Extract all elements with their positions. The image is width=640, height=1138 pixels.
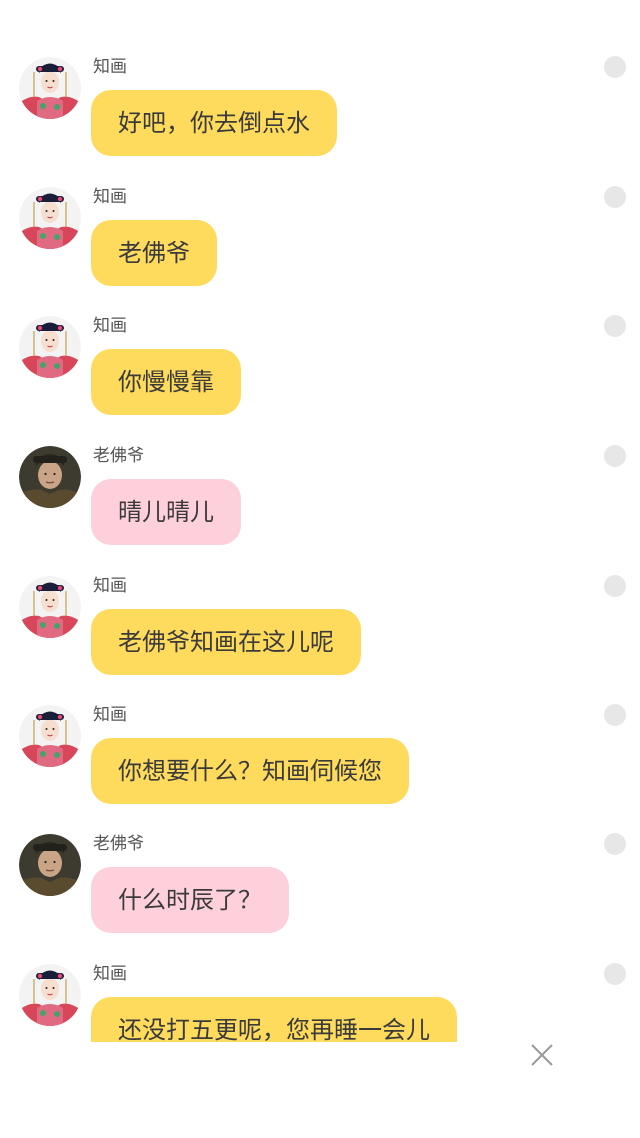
sender-name: 知画 [93,57,127,77]
message-bubble[interactable]: 什么时辰了？ [91,867,289,933]
message-bubble[interactable]: 老佛爷 [91,220,217,286]
chat-message: 知画 好吧，你去倒点水 [0,56,640,177]
message-bubble[interactable]: 好吧，你去倒点水 [91,90,337,156]
avatar-zhihua[interactable] [19,964,81,1026]
message-bubble[interactable]: 你想要什么？知画伺候您 [91,738,409,804]
message-bubble[interactable]: 老佛爷知画在这儿呢 [91,609,361,675]
chat-message: 知画 你慢慢靠 [0,315,640,436]
message-bubble[interactable]: 晴儿晴儿 [91,479,241,545]
chat-message: 老佛爷 什么时辰了？ [0,833,640,954]
sender-name: 知画 [93,187,127,207]
sender-name: 知画 [93,316,127,336]
avatar-zhihua[interactable] [19,187,81,249]
chat-screen: 知画 好吧，你去倒点水 知画 老佛爷 知画 你慢慢靠 老佛爷 晴儿晴儿 知画 老… [0,0,640,1138]
status-dot-icon[interactable] [604,833,626,855]
chat-message: 知画 老佛爷知画在这儿呢 [0,575,640,696]
avatar-zhihua[interactable] [19,57,81,119]
status-dot-icon[interactable] [604,56,626,78]
close-icon [531,1044,553,1066]
sender-name: 知画 [93,576,127,596]
status-dot-icon[interactable] [604,315,626,337]
avatar-laofoye[interactable] [19,446,81,508]
chat-message: 老佛爷 晴儿晴儿 [0,445,640,566]
message-bubble[interactable]: 还没打五更呢，您再睡一会儿 [91,997,457,1042]
avatar-zhihua[interactable] [19,705,81,767]
avatar-laofoye[interactable] [19,834,81,896]
status-dot-icon[interactable] [604,575,626,597]
chat-message: 知画 还没打五更呢，您再睡一会儿 [0,963,640,1042]
sender-name: 老佛爷 [93,834,144,854]
sender-name: 老佛爷 [93,446,144,466]
status-dot-icon[interactable] [604,445,626,467]
chat-message: 知画 老佛爷 [0,186,640,307]
message-bubble[interactable]: 你慢慢靠 [91,349,241,415]
sender-name: 知画 [93,964,127,984]
chat-list[interactable]: 知画 好吧，你去倒点水 知画 老佛爷 知画 你慢慢靠 老佛爷 晴儿晴儿 知画 老… [0,0,640,1042]
status-dot-icon[interactable] [604,186,626,208]
avatar-zhihua[interactable] [19,576,81,638]
chat-message: 知画 你想要什么？知画伺候您 [0,704,640,825]
status-dot-icon[interactable] [604,704,626,726]
status-dot-icon[interactable] [604,963,626,985]
sender-name: 知画 [93,705,127,725]
avatar-zhihua[interactable] [19,316,81,378]
close-button[interactable] [524,1037,560,1073]
